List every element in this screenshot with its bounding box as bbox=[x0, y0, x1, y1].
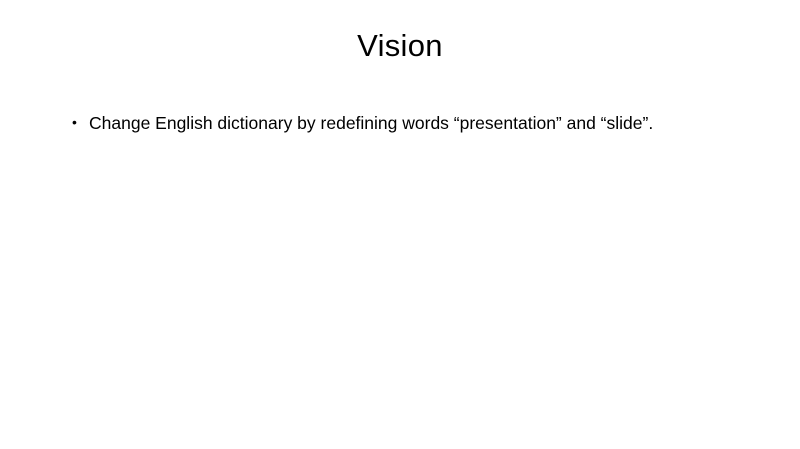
bullet-marker: • bbox=[72, 114, 77, 130]
bullet-item: • Change English dictionary by redefinin… bbox=[72, 110, 772, 136]
bullet-text: Change English dictionary by redefining … bbox=[89, 113, 654, 133]
bullet-list: • Change English dictionary by redefinin… bbox=[72, 110, 772, 136]
slide-title: Vision bbox=[357, 28, 443, 63]
slide-canvas: Vision • Change English dictionary by re… bbox=[0, 0, 800, 449]
